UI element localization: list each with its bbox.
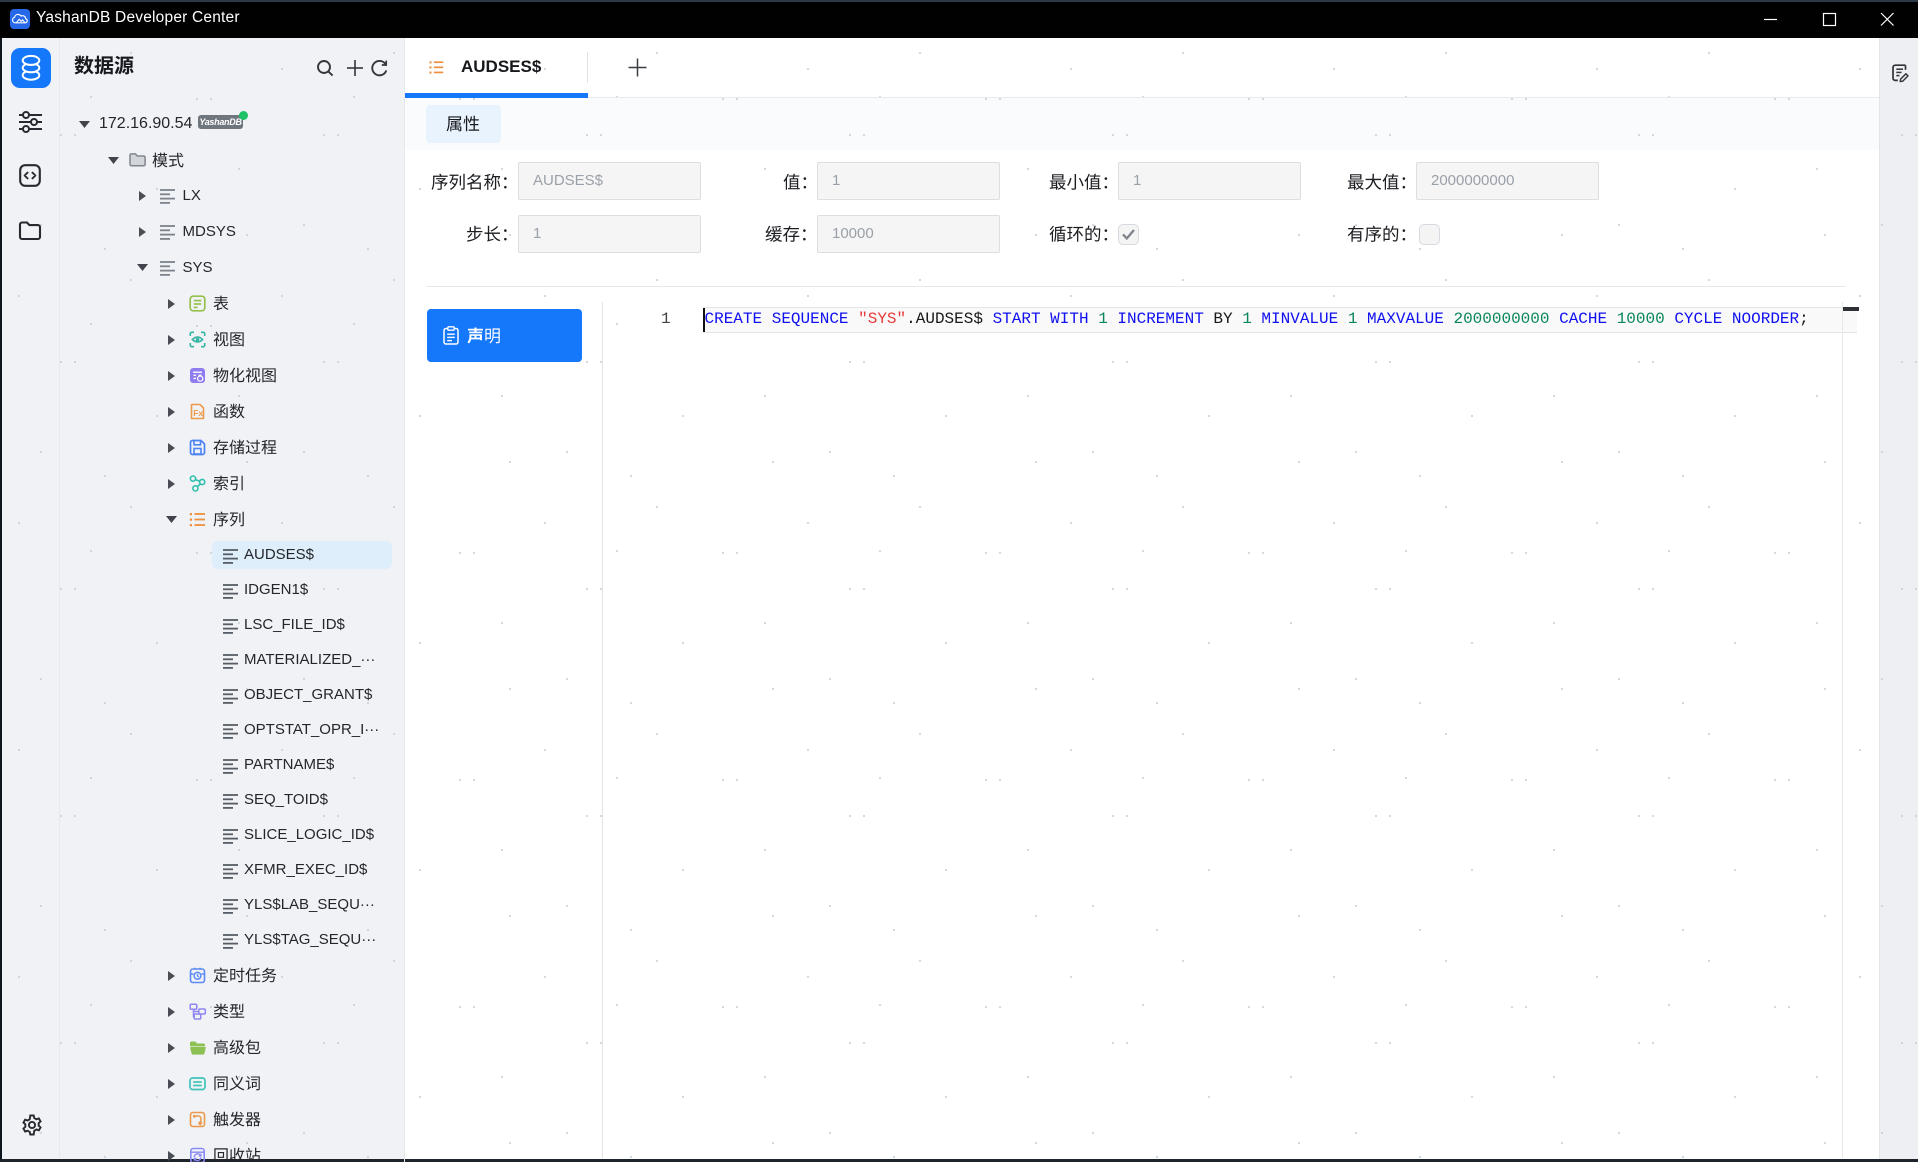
svg-text:Fx: Fx <box>193 407 203 417</box>
